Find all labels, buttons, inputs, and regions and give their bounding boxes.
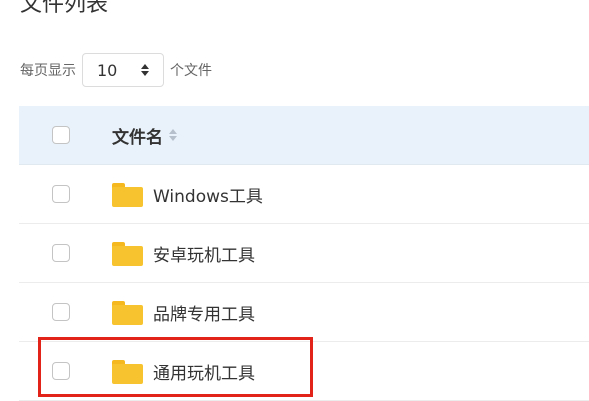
table-row[interactable]: 安卓玩机工具 (19, 224, 589, 283)
sort-icon[interactable] (169, 129, 177, 141)
per-page-select[interactable]: 10 (82, 53, 164, 87)
table-header: 文件名 (19, 106, 589, 165)
per-page-prefix: 每页显示 (20, 63, 76, 79)
page-title: 文件列表 (20, 0, 109, 17)
per-page-suffix: 个文件 (170, 63, 212, 79)
per-page-value: 10 (97, 60, 118, 80)
table-row[interactable]: Windows工具 (19, 165, 589, 224)
table-row[interactable]: 通用玩机工具 (19, 342, 589, 401)
row-checkbox[interactable] (52, 244, 70, 262)
file-name-link[interactable]: 安卓玩机工具 (153, 241, 255, 266)
folder-icon (112, 301, 143, 325)
table-row[interactable]: 品牌专用工具 (19, 283, 589, 342)
file-name-link[interactable]: 品牌专用工具 (153, 300, 255, 325)
select-all-checkbox[interactable] (52, 126, 70, 144)
column-header-name[interactable]: 文件名 (112, 123, 177, 148)
file-table: 文件名 Windows工具 安卓玩机工具 品牌专用工具 通用玩机工具 (19, 106, 589, 401)
folder-icon (112, 242, 143, 266)
row-checkbox[interactable] (52, 303, 70, 321)
folder-icon (112, 183, 143, 207)
stepper-arrows-icon (141, 64, 149, 76)
folder-icon (112, 360, 143, 384)
per-page-control: 每页显示 10 个文件 (20, 52, 212, 88)
file-name-link[interactable]: Windows工具 (153, 182, 263, 207)
file-name-link[interactable]: 通用玩机工具 (153, 359, 255, 384)
column-header-label: 文件名 (112, 127, 163, 148)
row-checkbox[interactable] (52, 362, 70, 380)
row-checkbox[interactable] (52, 185, 70, 203)
